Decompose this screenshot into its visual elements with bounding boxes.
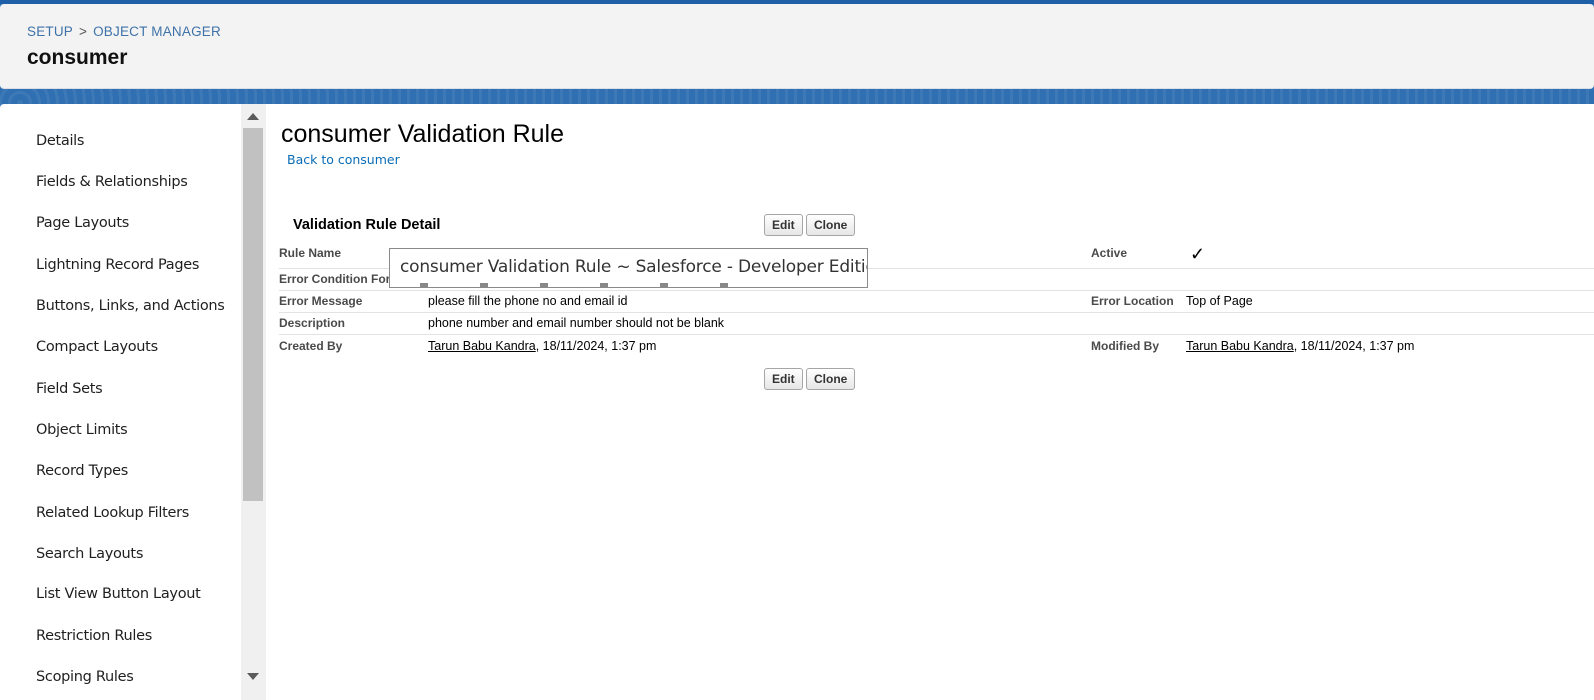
obscured-formula-text bbox=[420, 283, 780, 287]
sidebar-item-object-limits[interactable]: Object Limits bbox=[36, 422, 128, 438]
sidebar-item-field-sets[interactable]: Field Sets bbox=[36, 381, 103, 397]
description-value: phone number and email number should not… bbox=[428, 316, 725, 330]
breadcrumb-object-manager-link[interactable]: OBJECT MANAGER bbox=[93, 24, 221, 39]
sidebar-scrollbar-thumb[interactable] bbox=[243, 128, 263, 501]
modified-by-user-link[interactable]: Tarun Babu Kandra bbox=[1186, 339, 1294, 353]
scroll-up-arrow-icon[interactable] bbox=[247, 113, 259, 120]
created-by-value: Tarun Babu Kandra, 18/11/2024, 1:37 pm bbox=[428, 339, 656, 353]
created-by-user-link[interactable]: Tarun Babu Kandra bbox=[428, 339, 536, 353]
sidebar-item-page-layouts[interactable]: Page Layouts bbox=[36, 215, 129, 231]
rule-name-label: Rule Name bbox=[279, 246, 342, 260]
sidebar-item-list-view-button-layout[interactable]: List View Button Layout bbox=[36, 586, 201, 602]
edit-button-bottom[interactable]: Edit bbox=[764, 368, 803, 390]
page-title: consumer Validation Rule bbox=[281, 120, 565, 148]
error-location-value: Top of Page bbox=[1186, 294, 1253, 308]
clone-button-top[interactable]: Clone bbox=[806, 214, 856, 236]
sidebar-item-fields-relationships[interactable]: Fields & Relationships bbox=[36, 174, 188, 190]
active-checkmark-icon: ✓ bbox=[1190, 244, 1206, 264]
sidebar-item-restriction-rules[interactable]: Restriction Rules bbox=[36, 628, 152, 644]
modified-by-label: Modified By bbox=[1091, 339, 1159, 353]
created-by-date: , 18/11/2024, 1:37 pm bbox=[535, 339, 657, 353]
breadcrumb-separator: > bbox=[79, 24, 88, 39]
sidebar-item-details[interactable]: Details bbox=[36, 133, 84, 149]
sidebar-item-search-layouts[interactable]: Search Layouts bbox=[36, 546, 143, 562]
row-divider bbox=[279, 312, 1594, 313]
edit-button-top[interactable]: Edit bbox=[764, 214, 803, 236]
sidebar-item-record-types[interactable]: Record Types bbox=[36, 463, 128, 479]
active-label: Active bbox=[1091, 246, 1128, 260]
scroll-down-arrow-icon[interactable] bbox=[247, 673, 259, 680]
sidebar-item-buttons-links-actions[interactable]: Buttons, Links, and Actions bbox=[36, 298, 225, 314]
breadcrumb-setup-link[interactable]: SETUP bbox=[27, 24, 73, 39]
description-label: Description bbox=[279, 316, 346, 330]
modified-by-date: , 18/11/2024, 1:37 pm bbox=[1293, 339, 1415, 353]
error-message-value: please fill the phone no and email id bbox=[428, 294, 628, 308]
window-title-tooltip: consumer Validation Rule ~ Salesforce - … bbox=[389, 248, 868, 288]
main-content: consumer Validation Rule Back to consume… bbox=[266, 104, 1594, 700]
clone-button-bottom[interactable]: Clone bbox=[806, 368, 856, 390]
back-to-object-link[interactable]: Back to consumer bbox=[287, 152, 400, 167]
object-title: consumer bbox=[27, 46, 128, 69]
sidebar: Details Fields & Relationships Page Layo… bbox=[0, 104, 266, 700]
object-header: SETUP > OBJECT MANAGER consumer bbox=[0, 4, 1594, 89]
sidebar-item-compact-layouts[interactable]: Compact Layouts bbox=[36, 339, 158, 355]
created-by-label: Created By bbox=[279, 339, 343, 353]
breadcrumb: SETUP > OBJECT MANAGER bbox=[27, 24, 221, 39]
section-title: Validation Rule Detail bbox=[293, 217, 441, 233]
row-divider bbox=[279, 334, 1594, 335]
sidebar-item-scoping-rules[interactable]: Scoping Rules bbox=[36, 669, 134, 685]
error-message-label: Error Message bbox=[279, 294, 363, 308]
sidebar-item-lightning-record-pages[interactable]: Lightning Record Pages bbox=[36, 257, 199, 273]
row-divider bbox=[279, 290, 1594, 291]
tooltip-text: consumer Validation Rule ~ Salesforce - … bbox=[400, 257, 868, 277]
modified-by-value: Tarun Babu Kandra, 18/11/2024, 1:37 pm bbox=[1186, 339, 1414, 353]
sidebar-item-related-lookup-filters[interactable]: Related Lookup Filters bbox=[36, 505, 189, 521]
error-location-label: Error Location bbox=[1091, 294, 1174, 308]
